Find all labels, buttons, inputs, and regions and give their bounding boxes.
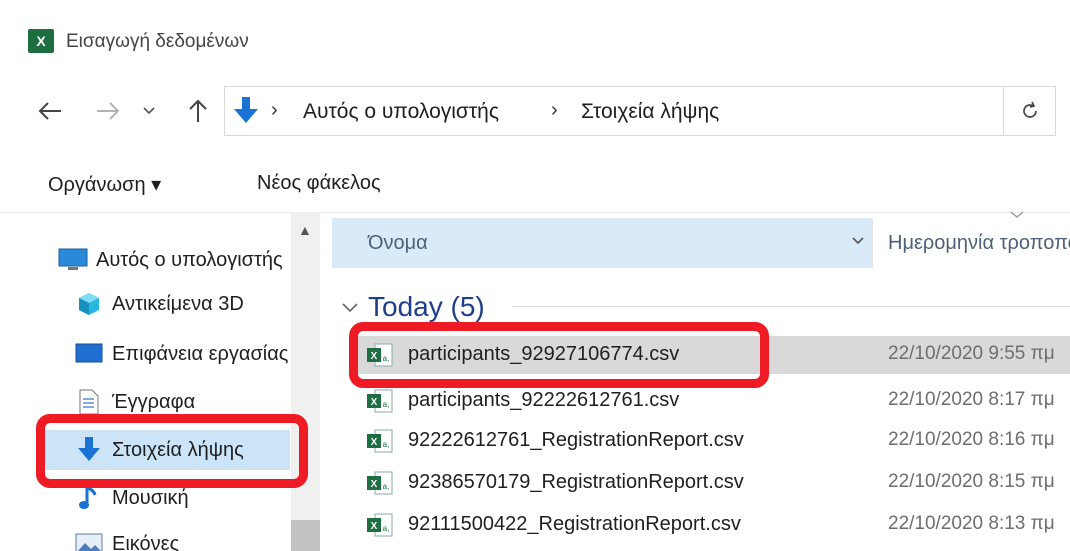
svg-text:X: X xyxy=(371,521,378,532)
nav-scrollbar[interactable] xyxy=(291,212,320,551)
nav-item-label: Μουσική xyxy=(112,486,189,509)
refresh-button[interactable] xyxy=(1004,86,1056,136)
file-open-dialog: X Εισαγωγή δεδομένων › Αυτός ο υπολογιστ… xyxy=(0,0,1070,551)
pictures-icon xyxy=(74,531,104,551)
organize-button[interactable]: Οργάνωση ▾ xyxy=(48,172,161,197)
navigation-bar: › Αυτός ο υπολογιστής › Στοιχεία λήψης xyxy=(0,80,1070,142)
file-name: 92111500422_RegistrationReport.csv xyxy=(408,513,741,535)
title-bar: X Εισαγωγή δεδομένων xyxy=(0,0,1070,78)
group-label: Today (5) xyxy=(368,291,485,322)
file-date: 22/10/2020 8:17 πμ xyxy=(888,389,1055,410)
group-divider xyxy=(512,306,1070,307)
cube-icon xyxy=(74,291,104,317)
nav-item-label: Έγγραφα xyxy=(112,390,196,413)
svg-text:X: X xyxy=(371,479,378,490)
download-icon xyxy=(231,95,261,127)
file-list-header: Όνομα Ημερομηνία τροποποίησης xyxy=(332,211,1070,268)
command-bar: Οργάνωση ▾ Νέος φάκελος xyxy=(0,146,1070,213)
address-bar[interactable]: › Αυτός ο υπολογιστής › Στοιχεία λήψης xyxy=(224,86,1004,136)
sort-indicator-icon xyxy=(1010,206,1024,222)
file-date: 22/10/2020 9:55 πμ xyxy=(888,343,1055,364)
breadcrumb-separator-icon: › xyxy=(271,99,278,121)
nav-item-this-pc[interactable]: Αυτός ο υπολογιστής xyxy=(58,240,320,280)
column-sort-chevron-icon[interactable] xyxy=(852,232,864,248)
document-icon xyxy=(74,389,104,415)
nav-item-3d-objects[interactable]: Αντικείμενα 3D xyxy=(74,284,290,324)
svg-text:a,: a, xyxy=(383,440,390,449)
breadcrumb-downloads[interactable]: Στοιχεία λήψης xyxy=(581,100,719,124)
breadcrumb-this-pc[interactable]: Αυτός ο υπολογιστής xyxy=(303,100,499,124)
excel-csv-icon: Xa, xyxy=(366,512,394,538)
nav-item-label: Αυτός ο υπολογιστής xyxy=(96,248,283,271)
nav-item-label: Εικόνες xyxy=(112,532,180,551)
window-title: Εισαγωγή δεδομένων xyxy=(66,31,249,52)
forward-arrow-icon[interactable] xyxy=(90,94,126,128)
collapse-chevron-icon[interactable] xyxy=(342,297,358,318)
file-name: participants_92222612761.csv xyxy=(408,389,680,411)
svg-text:a,: a, xyxy=(383,524,390,533)
file-row[interactable]: Xa, 92222612761_RegistrationReport.csv 2… xyxy=(352,422,1070,460)
new-folder-button[interactable]: Νέος φάκελος xyxy=(257,172,381,195)
column-date-header[interactable]: Ημερομηνία τροποποίησης xyxy=(888,232,1070,255)
excel-csv-icon: Xa, xyxy=(366,428,394,454)
nav-item-label: Επιφάνεια εργασίας xyxy=(112,342,289,365)
group-header-today[interactable]: Today (5) xyxy=(342,287,485,327)
column-name-header[interactable]: Όνομα xyxy=(332,218,872,268)
excel-app-icon: X xyxy=(28,29,54,53)
nav-item-pictures[interactable]: Εικόνες xyxy=(74,524,290,551)
back-arrow-icon[interactable] xyxy=(32,94,68,128)
highlight-downloads-folder xyxy=(36,414,308,488)
svg-text:X: X xyxy=(371,397,378,408)
file-name: 92222612761_RegistrationReport.csv xyxy=(408,429,744,451)
column-name-label: Όνομα xyxy=(368,232,428,254)
nav-scrollbar-thumb[interactable] xyxy=(291,520,320,551)
music-icon xyxy=(74,485,104,511)
refresh-icon xyxy=(1022,101,1037,118)
nav-item-label: Αντικείμενα 3D xyxy=(112,292,244,315)
nav-item-desktop[interactable]: Επιφάνεια εργασίας xyxy=(74,334,290,374)
file-row[interactable]: Xa, 92386570179_RegistrationReport.csv 2… xyxy=(352,464,1070,502)
svg-text:a,: a, xyxy=(383,400,390,409)
desktop-icon xyxy=(74,341,104,367)
file-row[interactable]: Xa, 92111500422_RegistrationReport.csv 2… xyxy=(352,506,1070,544)
svg-text:X: X xyxy=(371,437,378,448)
excel-csv-icon: Xa, xyxy=(366,388,394,414)
highlight-selected-file xyxy=(349,322,769,388)
computer-icon xyxy=(58,247,88,273)
breadcrumb-separator-icon: › xyxy=(551,99,558,121)
column-divider[interactable] xyxy=(872,218,873,268)
file-date: 22/10/2020 8:15 πμ xyxy=(888,471,1055,492)
svg-text:a,: a, xyxy=(383,482,390,491)
file-date: 22/10/2020 8:16 πμ xyxy=(888,429,1055,450)
excel-csv-icon: Xa, xyxy=(366,470,394,496)
file-name: 92386570179_RegistrationReport.csv xyxy=(408,471,744,493)
file-date: 22/10/2020 8:13 πμ xyxy=(888,513,1055,534)
scroll-up-icon[interactable]: ▲ xyxy=(298,222,312,238)
recent-locations-chevron-icon[interactable] xyxy=(138,94,160,128)
up-arrow-icon[interactable] xyxy=(180,94,216,128)
